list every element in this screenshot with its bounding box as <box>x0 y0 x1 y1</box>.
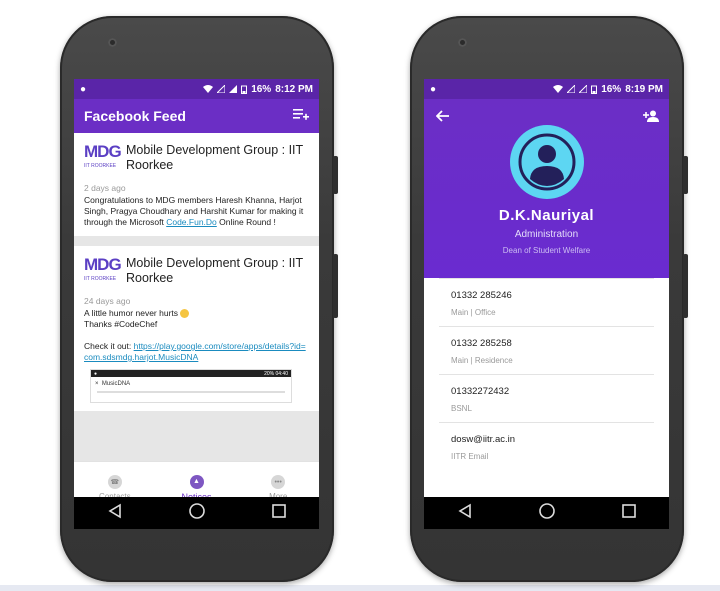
contact-list: 01332 285246 Main | Office 01332 285258 … <box>424 278 669 514</box>
power-button <box>683 156 688 194</box>
phone-right: ● 16% 8:19 PM D.K.Nauriyal Administratio… <box>410 16 688 582</box>
post-author: Mobile Development Group : IIT Roorkee <box>126 143 303 172</box>
post-text: Congratulations to MDG members Haresh Kh… <box>84 195 304 227</box>
screen-title: Facebook Feed <box>84 108 186 124</box>
mdg-logo: MDG IIT ROORKEE <box>84 142 122 170</box>
feed-list[interactable]: MDG IIT ROORKEE Mobile Development Group… <box>74 133 319 462</box>
page-bottom-strip <box>0 585 720 591</box>
volume-button <box>683 254 688 318</box>
profile-screen: ● 16% 8:19 PM D.K.Nauriyal Administratio… <box>424 79 669 514</box>
post-time: 24 days ago <box>84 296 131 306</box>
profile-name: D.K.Nauriyal <box>498 207 595 224</box>
post-author: Mobile Development Group : IIT Roorkee <box>126 256 303 285</box>
add-contact-icon[interactable] <box>643 109 659 127</box>
feed-post[interactable]: MDG IIT ROORKEE Mobile Development Group… <box>74 246 319 411</box>
home-circle-icon[interactable] <box>188 502 206 525</box>
contact-row[interactable]: 01332272432 BSNL <box>439 374 654 422</box>
status-time: 8:19 PM <box>625 83 663 95</box>
profile-designation: Dean of Student Welfare <box>502 246 591 255</box>
app-bar: Facebook Feed <box>74 99 319 133</box>
battery-percent: 16% <box>251 83 272 95</box>
signal-empty-icon <box>579 85 588 93</box>
system-navigation-bar <box>424 497 669 529</box>
smile-emoji-icon <box>180 309 190 319</box>
bell-icon: ▲ <box>189 474 204 489</box>
status-time: 8:12 PM <box>275 83 313 95</box>
recents-square-icon[interactable] <box>621 503 637 524</box>
feed-screen: ● 16% 8:12 PM Facebook Feed MDG IIT ROOR… <box>74 79 319 514</box>
contact-row[interactable]: 01332 285258 Main | Residence <box>439 326 654 374</box>
feed-post[interactable]: MDG IIT ROORKEE Mobile Development Group… <box>74 133 319 236</box>
battery-icon <box>591 85 598 94</box>
profile-department: Administration <box>514 229 579 240</box>
battery-percent: 16% <box>601 83 622 95</box>
android-icon: ● <box>80 83 87 95</box>
profile-header: D.K.Nauriyal Administration Dean of Stud… <box>424 99 669 278</box>
contact-row[interactable]: 01332 285246 Main | Office <box>439 278 654 326</box>
person-icon <box>518 133 576 191</box>
more-icon: ••• <box>271 475 286 489</box>
back-triangle-icon[interactable] <box>457 503 473 524</box>
post-link[interactable]: Code.Fun.Do <box>166 217 217 227</box>
mdg-logo: MDG IIT ROORKEE <box>84 255 122 283</box>
wifi-icon <box>553 85 564 93</box>
avatar <box>510 125 584 199</box>
phone-left: ● 16% 8:12 PM Facebook Feed MDG IIT ROOR… <box>60 16 338 582</box>
contact-row[interactable]: dosw@iitr.ac.in IITR Email <box>439 422 654 470</box>
power-button <box>333 156 338 194</box>
home-circle-icon[interactable] <box>538 502 556 525</box>
recents-square-icon[interactable] <box>271 503 287 524</box>
post-text: A little humor never hurts Thanks #CodeC… <box>84 308 306 362</box>
post-time: 2 days ago <box>84 183 126 193</box>
signal-full-icon <box>229 85 238 93</box>
system-navigation-bar <box>74 497 319 529</box>
back-triangle-icon[interactable] <box>107 503 123 524</box>
back-arrow-icon[interactable] <box>435 109 450 127</box>
status-bar: ● 16% 8:19 PM <box>424 79 669 99</box>
link-preview-thumbnail[interactable]: ● 20% 04:40 × MusicDNA <box>90 369 292 403</box>
signal-icon <box>567 85 576 93</box>
android-icon: ● <box>430 83 437 95</box>
status-bar: ● 16% 8:12 PM <box>74 79 319 99</box>
contacts-icon: ☎ <box>107 475 122 489</box>
battery-icon <box>241 85 248 94</box>
front-camera <box>108 38 117 47</box>
signal-icon <box>217 85 226 93</box>
volume-button <box>333 254 338 318</box>
wifi-icon <box>203 85 214 93</box>
front-camera <box>458 38 467 47</box>
filter-list-icon[interactable] <box>293 107 309 125</box>
